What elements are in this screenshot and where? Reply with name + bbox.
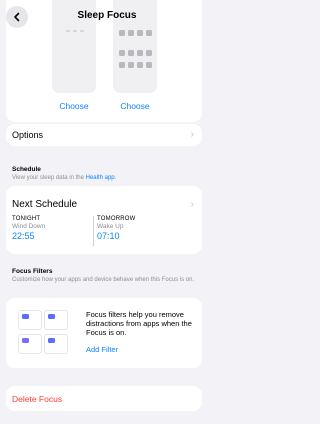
slot-sub: Wake Up xyxy=(97,223,124,230)
next-schedule-title: Next Schedule xyxy=(12,199,78,210)
slot-time: 07:10 xyxy=(97,231,120,241)
chevron-right-icon: › xyxy=(190,129,194,140)
icon-fill xyxy=(48,314,55,319)
health-app-link[interactable]: Health app xyxy=(86,175,115,181)
mail-filter-icon xyxy=(44,310,68,330)
filters-illustration xyxy=(16,310,72,356)
tomorrow-slot: TOMORROW Wake Up 07:10 xyxy=(97,216,136,241)
choose-home-screen-button[interactable]: Choose xyxy=(113,101,157,111)
options-label: Options xyxy=(12,130,44,140)
icon-fill xyxy=(48,338,55,343)
navigation-bar: Sleep Focus xyxy=(0,0,214,34)
delete-focus-button[interactable]: Delete Focus xyxy=(12,394,62,404)
slot-time: 22:55 xyxy=(12,231,35,241)
app-icons-row xyxy=(119,50,152,56)
delete-focus-row[interactable]: Delete Focus xyxy=(6,386,202,411)
calendar-filter-icon xyxy=(18,310,42,330)
schedule-heading: Schedule xyxy=(12,166,41,173)
slot-sub: Wind Down xyxy=(12,223,46,230)
schedule-subtitle-text: View your sleep data in the xyxy=(12,175,86,181)
icon-fill xyxy=(22,314,29,319)
add-filter-button[interactable]: Add Filter xyxy=(86,345,118,354)
slot-divider xyxy=(93,216,94,246)
icon-fill xyxy=(22,338,29,343)
slot-label: TONIGHT xyxy=(12,216,41,222)
battery-filter-icon xyxy=(44,334,68,354)
choose-lock-screen-button[interactable]: Choose xyxy=(52,101,96,111)
app-icons-row xyxy=(119,62,152,68)
tonight-slot: TONIGHT Wind Down 22:55 xyxy=(12,216,45,241)
schedule-subtitle: View your sleep data in the Health app. xyxy=(12,174,204,182)
calendar-filter-icon xyxy=(18,334,42,354)
chevron-right-icon: › xyxy=(190,199,194,210)
focus-filters-subtitle: Customize how your apps and device behav… xyxy=(12,277,195,283)
filters-description: Focus filters help you remove distractio… xyxy=(86,310,192,337)
focus-filters-heading: Focus Filters xyxy=(12,268,53,275)
focus-filters-card: Focus filters help you remove distractio… xyxy=(6,298,202,368)
schedule-subtitle-end: . xyxy=(114,175,117,181)
slot-label: TOMORROW xyxy=(97,216,136,222)
options-row[interactable]: Options › xyxy=(6,124,202,146)
next-schedule-card[interactable]: Next Schedule › TONIGHT Wind Down 22:55 … xyxy=(6,186,202,254)
page-title: Sleep Focus xyxy=(77,10,137,21)
